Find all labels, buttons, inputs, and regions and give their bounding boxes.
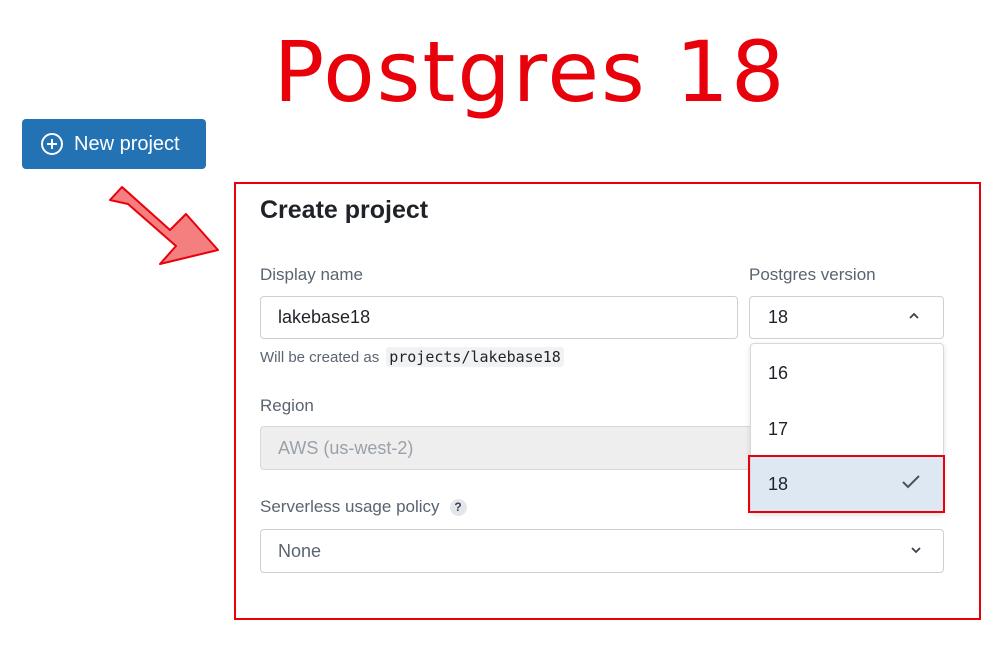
plus-circle-icon bbox=[40, 132, 64, 156]
new-project-label: New project bbox=[74, 132, 180, 155]
option-18-highlight-box bbox=[748, 455, 945, 513]
chevron-up-icon bbox=[907, 307, 921, 328]
hint-path: projects/lakebase18 bbox=[386, 347, 564, 367]
postgres-version-select[interactable]: 18 bbox=[749, 296, 944, 339]
display-name-value: lakebase18 bbox=[278, 307, 371, 327]
headline-postgres-18: Postgres 18 bbox=[273, 23, 787, 121]
serverless-usage-policy-label: Serverless usage policy ? bbox=[260, 497, 467, 517]
serverless-usage-policy-label-text: Serverless usage policy bbox=[260, 497, 440, 516]
serverless-usage-policy-select[interactable]: None bbox=[260, 529, 944, 573]
version-option-16[interactable]: 16 bbox=[751, 345, 943, 401]
chevron-down-icon bbox=[909, 541, 923, 562]
help-icon[interactable]: ? bbox=[449, 498, 467, 516]
serverless-usage-policy-value: None bbox=[278, 540, 322, 561]
region-value: AWS (us-west-2) bbox=[278, 437, 414, 458]
display-name-input[interactable]: lakebase18 bbox=[260, 296, 738, 339]
version-option-17[interactable]: 17 bbox=[751, 401, 943, 457]
display-name-label: Display name bbox=[260, 265, 363, 284]
region-input: AWS (us-west-2) bbox=[260, 426, 750, 470]
version-option-label: 17 bbox=[768, 418, 789, 439]
region-label: Region bbox=[260, 396, 314, 415]
postgres-version-label: Postgres version bbox=[749, 265, 876, 284]
display-name-hint: Will be created as projects/lakebase18 bbox=[260, 347, 564, 367]
dialog-title: Create project bbox=[260, 196, 429, 224]
arrow-icon bbox=[100, 180, 230, 275]
hint-prefix: Will be created as bbox=[260, 348, 380, 366]
new-project-button[interactable]: New project bbox=[22, 119, 206, 169]
postgres-version-value: 18 bbox=[768, 307, 789, 327]
version-option-label: 16 bbox=[768, 362, 789, 383]
